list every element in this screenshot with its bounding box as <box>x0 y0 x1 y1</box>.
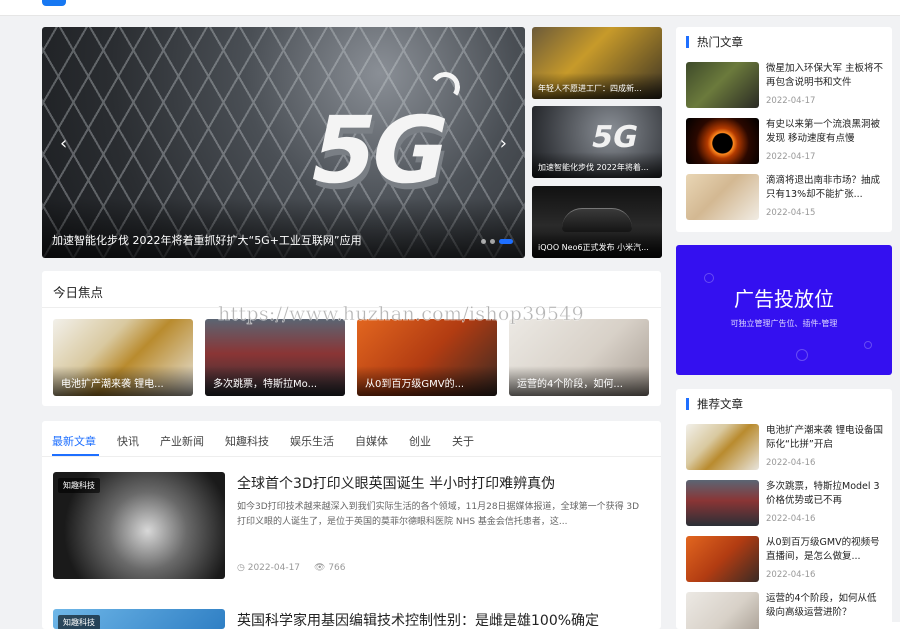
recommended-title: 推荐文章 <box>686 398 743 410</box>
focus-item-caption: 多次跳票，特斯拉Mo... <box>213 379 318 390</box>
hot-article-item[interactable]: 滴滴将退出南非市场？抽成只有13%却不能扩张... 2022-04-15 <box>686 174 886 220</box>
eye-icon: 👁 <box>314 563 329 573</box>
recommended-item[interactable]: 电池扩产潮来袭 锂电设备国际化“比拼”开启 2022-04-16 <box>686 424 886 470</box>
article-thumbnail[interactable] <box>686 592 759 629</box>
hot-article-title[interactable]: 有史以来第一个流浪黑洞被发现 移动速度有点慢 <box>766 118 884 146</box>
hot-articles-title: 热门文章 <box>686 36 743 48</box>
article-views: 👁 766 <box>314 563 345 573</box>
black-hole-thumbnail[interactable] <box>686 118 759 164</box>
article-thumbnail[interactable] <box>686 174 759 220</box>
ad-title: 广告投放位 <box>734 287 834 311</box>
recommended-item-date: 2022-04-16 <box>766 570 816 580</box>
hot-article-date: 2022-04-17 <box>766 152 816 162</box>
today-focus-card: 今日焦点 电池扩产潮来袭 锂电... 多次跳票，特斯拉Mo... 从0到百万级G… <box>42 271 661 406</box>
hot-article-title[interactable]: 滴滴将退出南非市场？抽成只有13%却不能扩张... <box>766 174 884 202</box>
article-thumbnail[interactable] <box>686 424 759 470</box>
side-slide-1[interactable]: 年轻人不愿进工厂：四成新... <box>532 27 662 99</box>
article-date: ◷ 2022-04-17 <box>237 563 300 573</box>
focus-item-4[interactable]: 运营的4个阶段，如何... <box>509 319 649 396</box>
slider-dot-active[interactable] <box>499 239 513 244</box>
date-text: 2022-04-17 <box>247 563 301 573</box>
article-meta: ◷ 2022-04-17 👁 766 <box>237 563 346 573</box>
article-thumbnail[interactable] <box>686 536 759 582</box>
thumb-5g-sign: 5G <box>588 120 642 155</box>
slider-dot[interactable] <box>481 239 486 244</box>
hero-image-5g-sign: 5G <box>300 97 455 204</box>
tab-about[interactable]: 关于 <box>452 433 474 449</box>
recommended-articles-card: 推荐文章 电池扩产潮来袭 锂电设备国际化“比拼”开启 2022-04-16 多次… <box>676 389 892 629</box>
focus-title: 今日焦点 <box>53 285 104 300</box>
tab-industry-news[interactable]: 产业新闻 <box>160 433 204 449</box>
views-count: 766 <box>328 563 346 573</box>
recommended-item[interactable]: 从0到百万级GMV的视频号直播间，是怎么做复... 2022-04-16 <box>686 536 886 582</box>
article-title[interactable]: 英国科学家用基因编辑技术控制性别：是雌是雄100%确定 <box>237 610 599 629</box>
tab-latest[interactable]: 最新文章 <box>52 433 96 449</box>
recommended-item-date: 2022-04-16 <box>766 514 816 524</box>
article-summary: 如今3D打印技术越来越深入到我们实际生活的各个领域，11月28日据媒体报道，全球… <box>237 502 640 527</box>
hot-article-item[interactable]: 微星加入环保大军 主板将不再包含说明书和文件 2022-04-17 <box>686 62 886 108</box>
watermark-text: https://www.huzhan.com/ishop39549 <box>218 303 585 326</box>
article-feed-card: 最新文章 快讯 产业新闻 知趣科技 娱乐生活 自媒体 创业 关于 知趣科技 全球… <box>42 421 661 629</box>
chevron-right-icon[interactable]: › <box>500 133 507 154</box>
tab-tech[interactable]: 知趣科技 <box>225 433 269 449</box>
site-logo[interactable] <box>42 0 66 6</box>
tab-self-media[interactable]: 自媒体 <box>355 433 388 449</box>
side-slide-3[interactable]: iQOO Neo6正式发布 小米汽... <box>532 186 662 258</box>
recommended-item-title[interactable]: 从0到百万级GMV的视频号直播间，是怎么做复... <box>766 536 884 564</box>
focus-item-2[interactable]: 多次跳票，特斯拉Mo... <box>205 319 345 396</box>
recommended-item-title[interactable]: 电池扩产潮来袭 锂电设备国际化“比拼”开启 <box>766 424 884 452</box>
recommended-item-date: 2022-04-16 <box>766 458 816 468</box>
focus-item-caption: 从0到百万级GMV的... <box>365 379 465 390</box>
article-title[interactable]: 全球首个3D打印义眼英国诞生 半小时打印难辨真伪 <box>237 473 555 493</box>
article-thumbnail[interactable] <box>686 62 759 108</box>
decor-circle <box>704 273 714 283</box>
ad-subtitle: 可独立管理广告位、插件-管理 <box>730 319 838 328</box>
hot-article-item[interactable]: 有史以来第一个流浪黑洞被发现 移动速度有点慢 2022-04-17 <box>686 118 886 164</box>
hot-articles-card: 热门文章 微星加入环保大军 主板将不再包含说明书和文件 2022-04-17 有… <box>676 27 892 232</box>
recommended-item-title[interactable]: 多次跳票，特斯拉Model 3价格优势或已不再 <box>766 480 884 508</box>
clock-icon: ◷ <box>237 563 248 573</box>
hero-caption[interactable]: 加速智能化步伐 2022年将着重抓好扩大“5G+工业互联网”应用 <box>52 232 362 248</box>
decor-circle <box>864 341 872 349</box>
hero-slider[interactable]: 5G ‹ › 加速智能化步伐 2022年将着重抓好扩大“5G+工业互联网”应用 <box>42 27 525 258</box>
decor-circle <box>796 349 808 361</box>
focus-item-1[interactable]: 电池扩产潮来袭 锂电... <box>53 319 193 396</box>
hot-article-date: 2022-04-15 <box>766 208 816 218</box>
ad-banner[interactable]: 广告投放位 可独立管理广告位、插件-管理 <box>676 245 892 375</box>
focus-item-3[interactable]: 从0到百万级GMV的... <box>357 319 497 396</box>
focus-item-caption: 运营的4个阶段，如何... <box>517 379 623 390</box>
chevron-left-icon[interactable]: ‹ <box>60 133 67 154</box>
slider-dot[interactable] <box>490 239 495 244</box>
article-thumbnail[interactable] <box>686 480 759 526</box>
top-bar <box>0 0 900 16</box>
side-slide-caption: 年轻人不愿进工厂：四成新... <box>538 84 642 93</box>
article-thumbnail[interactable]: 知趣科技 <box>53 472 225 579</box>
recommended-item[interactable]: 多次跳票，特斯拉Model 3价格优势或已不再 2022-04-16 <box>686 480 886 526</box>
car-image <box>562 208 632 232</box>
hot-article-date: 2022-04-17 <box>766 96 816 106</box>
tab-startup[interactable]: 创业 <box>409 433 431 449</box>
side-slide-caption: 加速智能化步伐 2022年将着... <box>538 163 649 172</box>
recommended-item-title[interactable]: 运营的4个阶段，如何从低级向高级运营进阶？ <box>766 592 884 620</box>
tab-entertainment[interactable]: 娱乐生活 <box>290 433 334 449</box>
article-thumbnail[interactable]: 知趣科技 <box>53 609 225 629</box>
slider-dots <box>481 239 513 244</box>
category-tag[interactable]: 知趣科技 <box>58 615 100 629</box>
side-slide-caption: iQOO Neo6正式发布 小米汽... <box>538 243 649 252</box>
category-tag[interactable]: 知趣科技 <box>58 478 100 493</box>
focus-item-caption: 电池扩产潮来袭 锂电... <box>61 379 164 390</box>
divider <box>42 456 661 457</box>
hero-shade <box>42 198 525 258</box>
feed-tabs: 最新文章 快讯 产业新闻 知趣科技 娱乐生活 自媒体 创业 关于 <box>52 433 495 449</box>
hot-article-title[interactable]: 微星加入环保大军 主板将不再包含说明书和文件 <box>766 62 884 90</box>
side-slide-2[interactable]: 5G 加速智能化步伐 2022年将着... <box>532 106 662 178</box>
bottom-toolbar <box>780 622 900 629</box>
tab-news-flash[interactable]: 快讯 <box>117 433 139 449</box>
